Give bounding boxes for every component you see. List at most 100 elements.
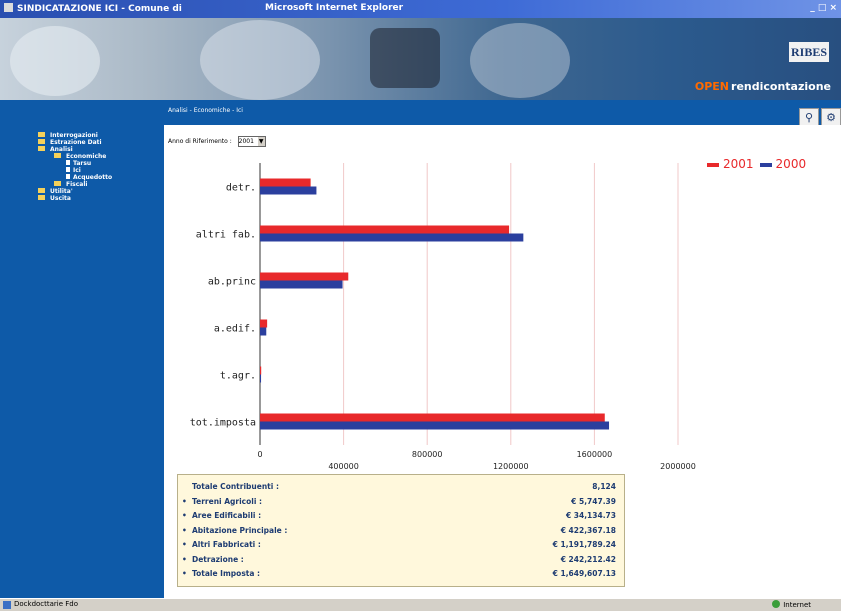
bar (260, 178, 311, 187)
summary-row: • Altri Fabbricati : € 1,191,789.24 (182, 538, 620, 552)
bar (260, 366, 262, 375)
breadcrumb: Analisi - Economiche - Ici (168, 107, 243, 114)
banner-photo-shape (200, 20, 320, 100)
bullet: • (182, 554, 187, 564)
sidebar-item-label: Utilita' (50, 188, 73, 195)
sidebar-item-label: Tarsu (73, 160, 92, 167)
x-tick-label: 2000000 (660, 462, 696, 470)
summary-value: € 34,134.73 (565, 511, 616, 520)
sidebar-item-label: Fiscali (66, 181, 88, 188)
folder-icon (38, 195, 45, 200)
header-banner: RIBES OPEN rendicontazione (0, 18, 841, 100)
bar (260, 413, 605, 422)
bullet: • (182, 511, 187, 520)
bar (260, 272, 349, 281)
status-bar: Dockdocttarie Fdo Internet (0, 598, 841, 611)
main-content: Anno di Riferimento : 2001 ▼ 2001 2000 0 40… (164, 125, 841, 598)
summary-value: € 1,191,789.24 (552, 540, 616, 549)
sidebar: Interrogazioni Estrazione Dati Analisi Econ… (38, 132, 112, 202)
sidebar-item[interactable]: Analisi (38, 146, 112, 153)
page-icon (3, 601, 11, 609)
category-label: tot.imposta (190, 418, 256, 429)
bar (260, 280, 343, 289)
summary-label: Totale Imposta : (192, 569, 261, 578)
bar-chart: 0 400000 800000 1200000 1600000 2000000 detr. a… (190, 163, 696, 470)
summary-label: Detrazione : (192, 554, 244, 564)
banner-photo-shape (370, 28, 440, 88)
x-tick-label: 400000 (328, 462, 359, 470)
x-tick-label: 1200000 (493, 462, 529, 470)
category-label: a.edif. (214, 324, 256, 335)
security-zone: Internet (772, 600, 811, 609)
sidebar-item-label: Uscita (50, 195, 71, 202)
summary-box: Totale Contribuenti : 8,124 • Terreni Agric… (177, 474, 625, 587)
summary-row: • Terreni Agricoli : € 5,747.39 (182, 495, 620, 509)
folder-icon (38, 188, 45, 193)
bar (260, 319, 268, 328)
banner-photo-shape (470, 23, 570, 98)
status-text: Dockdocttarie Fdo (14, 600, 79, 608)
app-icon (4, 3, 13, 12)
brand-name: OPEN rendicontazione (695, 80, 831, 93)
sidebar-item[interactable]: Estrazione Dati (38, 139, 112, 146)
summary-label: Abitazione Principale : (192, 525, 288, 535)
sidebar-item[interactable]: Fiscali (38, 181, 112, 188)
ribes-logo: RIBES (789, 42, 829, 62)
x-tick-label: 0 (257, 450, 262, 459)
document-icon (66, 167, 70, 172)
category-label: detr. (226, 183, 256, 194)
sidebar-item[interactable]: Tarsu (38, 160, 112, 167)
bullet: • (182, 540, 187, 549)
summary-label: Aree Edificabili : (192, 511, 262, 520)
bar (260, 327, 267, 336)
x-tick-label: 1600000 (577, 450, 613, 459)
window-controls[interactable]: _ □ × (810, 3, 837, 13)
summary-value: € 422,367.18 (560, 525, 616, 535)
sidebar-item-label: Economiche (66, 153, 107, 160)
app-area: Analisi - Economiche - Ici ⚲ ⚙ Interrogaz… (0, 100, 841, 598)
sidebar-item[interactable]: Ici (38, 167, 112, 174)
window-title-text: SINDICATAZIONE ICI - Comune di (17, 4, 182, 14)
summary-row: Totale Contribuenti : 8,124 (182, 480, 620, 494)
window-app-name: Microsoft Internet Explorer (265, 3, 404, 13)
sidebar-item[interactable]: Uscita (38, 195, 112, 202)
bullet: • (182, 569, 187, 578)
folder-icon (54, 181, 61, 186)
summary-row: • Aree Edificabili : € 34,134.73 (182, 509, 620, 523)
bullet: • (182, 496, 187, 506)
sidebar-item[interactable]: Utilita' (38, 188, 112, 195)
category-label: altri fab. (196, 230, 256, 241)
document-icon (66, 174, 70, 179)
zone-label: Internet (783, 601, 811, 609)
sidebar-item[interactable]: Acquedotto (38, 174, 112, 181)
bar (260, 186, 317, 195)
sidebar-item-label: Interrogazioni (50, 132, 98, 139)
sidebar-item-label: Estrazione Dati (50, 139, 102, 146)
folder-icon (38, 139, 45, 144)
summary-value: 8,124 (592, 482, 616, 491)
window-title: SINDICATAZIONE ICI - Comune di (4, 3, 182, 14)
bar (260, 374, 262, 383)
sidebar-item[interactable]: Economiche (38, 153, 112, 160)
sidebar-item-label: Analisi (50, 146, 73, 153)
summary-label: Terreni Agricoli : (192, 496, 263, 506)
category-label: ab.princ (208, 277, 256, 288)
x-tick-label: 800000 (412, 450, 443, 459)
summary-value: € 5,747.39 (571, 496, 616, 506)
sidebar-item-label: Acquedotto (73, 174, 113, 181)
sidebar-item[interactable]: Interrogazioni (38, 132, 112, 139)
document-icon (66, 160, 70, 165)
sidebar-item-label: Ici (73, 167, 81, 174)
folder-icon (38, 132, 45, 137)
summary-label: Totale Contribuenti : (192, 482, 279, 491)
summary-label: Altri Fabbricati : (192, 540, 261, 549)
window-titlebar: SINDICATAZIONE ICI - Comune di Microsoft… (0, 0, 841, 18)
category-label: t.agr. (220, 371, 256, 382)
banner-photo-shape (10, 26, 100, 96)
summary-row: • Totale Imposta : € 1,649,607.13 (182, 567, 620, 581)
bar (260, 421, 610, 430)
summary-value: € 242,212.42 (560, 554, 616, 564)
bar (260, 233, 524, 242)
bullet: • (182, 525, 187, 535)
summary-row: • Abitazione Principale : € 422,367.18 (182, 524, 620, 538)
